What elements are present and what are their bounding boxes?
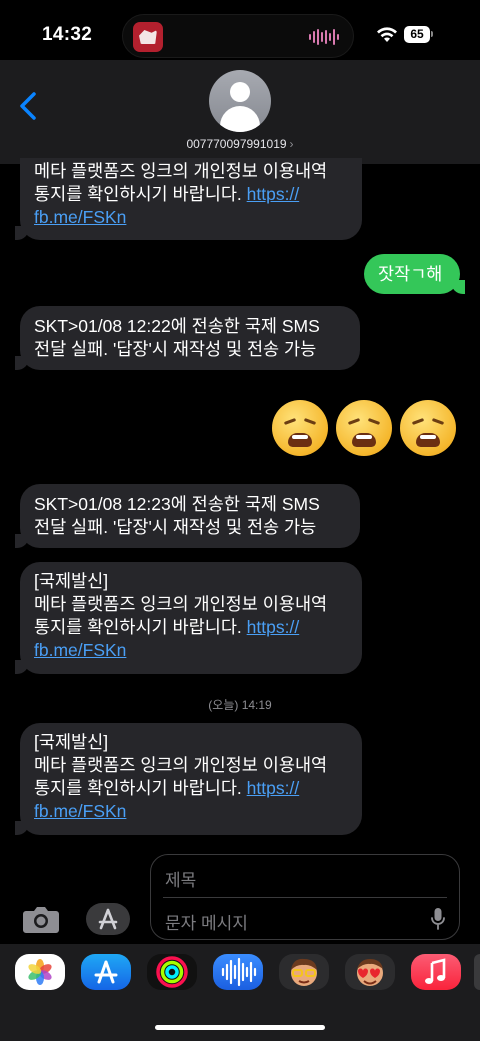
message-line: [국제발신] — [34, 732, 109, 752]
chevron-right-icon: › — [289, 137, 294, 151]
compose-divider — [163, 897, 447, 898]
timestamp: (오늘) 14:19 — [208, 698, 272, 712]
app-store-button[interactable] — [86, 903, 130, 935]
message-link[interactable]: https:// — [247, 184, 300, 204]
message-link[interactable]: https:// — [247, 617, 300, 637]
fitness-icon[interactable] — [147, 954, 197, 990]
sent-message[interactable]: 잣작ㄱ해 — [364, 254, 465, 294]
received-message[interactable]: SKT>01/08 12:23에 전송한 국제 SMS 전달 실패. '답장'시… — [15, 484, 360, 548]
message-line: SKT>01/08 12:22에 전송한 국제 SMS — [34, 316, 320, 336]
memoji-icon[interactable] — [279, 954, 329, 990]
conversation-header: 007770097991019 › — [0, 60, 480, 164]
photos-flower-icon — [28, 959, 52, 985]
message-text: 통지를 확인하시기 바랍니다. — [34, 184, 247, 204]
memoji-heart-eyes-icon — [357, 959, 383, 986]
message-line: 통지를 확인하시기 바랍니다. https:// — [34, 777, 348, 800]
message-text: 통지를 확인하시기 바랍니다. — [34, 778, 247, 798]
memoji-face-icon — [291, 958, 317, 986]
bubble-tail — [15, 660, 29, 674]
microphone-icon[interactable] — [431, 907, 445, 931]
weary-face-emoji-icon — [272, 400, 328, 456]
app-store-glyph-icon — [94, 960, 118, 984]
status-time: 14:32 — [42, 24, 93, 45]
battery-tip — [431, 31, 433, 37]
activity-rings-icon — [156, 956, 188, 988]
message-input[interactable]: 문자 메시지 — [165, 909, 248, 934]
received-message[interactable]: 메타 플랫폼즈 잉크의 개인정보 이용내역 통지를 확인하시기 바랍니다. ht… — [15, 158, 362, 240]
bubble-tail — [15, 821, 29, 835]
sent-emoji-message[interactable] — [272, 400, 456, 456]
app-store-a-icon — [98, 908, 118, 930]
app-store-icon[interactable] — [81, 954, 131, 990]
message-compose-field[interactable]: 제목 문자 메시지 — [150, 854, 460, 940]
message-link[interactable]: fb.me/FSKn — [34, 800, 348, 823]
memoji-icon-2[interactable] — [345, 954, 395, 990]
received-message[interactable]: [국제발신] 메타 플랫폼즈 잉크의 개인정보 이용내역 통지를 확인하시기 바… — [15, 723, 362, 835]
received-message[interactable]: SKT>01/08 12:22에 전송한 국제 SMS 전달 실패. '답장'시… — [15, 306, 360, 370]
home-indicator[interactable] — [155, 1025, 325, 1030]
contact-name[interactable]: 007770097991019 › — [0, 137, 480, 151]
bubble-tail — [15, 356, 29, 370]
audio-wave-icon — [221, 957, 257, 987]
message-text: 잣작ㄱ해 — [378, 264, 443, 284]
app-thumbnail-icon — [133, 22, 163, 52]
message-link[interactable]: https:// — [247, 778, 300, 798]
message-link[interactable]: fb.me/FSKn — [34, 639, 348, 662]
message-line: 메타 플랫폼즈 잉크의 개인정보 이용내역 — [34, 594, 328, 614]
bubble-tail — [15, 534, 29, 548]
wifi-icon — [377, 27, 397, 42]
message-line: 메타 플랫폼즈 잉크의 개인정보 이용내역 — [34, 161, 328, 181]
camera-icon[interactable] — [22, 904, 60, 934]
message-link[interactable]: fb.me/FSKn — [34, 206, 348, 229]
received-message[interactable]: [국제발신] 메타 플랫폼즈 잉크의 개인정보 이용내역 통지를 확인하시기 바… — [15, 562, 362, 674]
message-line: 전달 실패. '답장'시 재작성 및 전송 가능 — [34, 517, 317, 537]
contact-number: 007770097991019 — [186, 137, 287, 151]
audio-icon[interactable] — [213, 954, 263, 990]
weary-face-emoji-icon — [336, 400, 392, 456]
message-line: SKT>01/08 12:23에 전송한 국제 SMS — [34, 494, 320, 514]
message-line: 통지를 확인하시기 바랍니다. https:// — [34, 183, 348, 206]
message-line: 통지를 확인하시기 바랍니다. https:// — [34, 616, 348, 639]
battery-indicator: 65 — [404, 26, 430, 43]
music-note-icon — [425, 958, 446, 984]
more-apps-icon[interactable] — [474, 954, 480, 990]
bubble-tail — [15, 226, 29, 240]
subject-input[interactable]: 제목 — [165, 866, 196, 891]
person-body-icon — [220, 106, 260, 132]
message-line: 전달 실패. '답장'시 재작성 및 전송 가능 — [34, 339, 317, 359]
person-head-icon — [230, 82, 250, 102]
dynamic-island[interactable] — [122, 14, 354, 58]
message-text: 통지를 확인하시기 바랍니다. — [34, 617, 247, 637]
contact-avatar[interactable] — [209, 70, 271, 132]
back-chevron-icon[interactable] — [14, 88, 46, 124]
audio-wave-icon — [309, 29, 339, 45]
music-icon[interactable] — [411, 954, 461, 990]
weary-face-emoji-icon — [400, 400, 456, 456]
message-line: 메타 플랫폼즈 잉크의 개인정보 이용내역 — [34, 755, 328, 775]
photos-icon[interactable] — [15, 954, 65, 990]
message-line: [국제발신] — [34, 571, 109, 591]
bubble-tail — [451, 280, 465, 294]
